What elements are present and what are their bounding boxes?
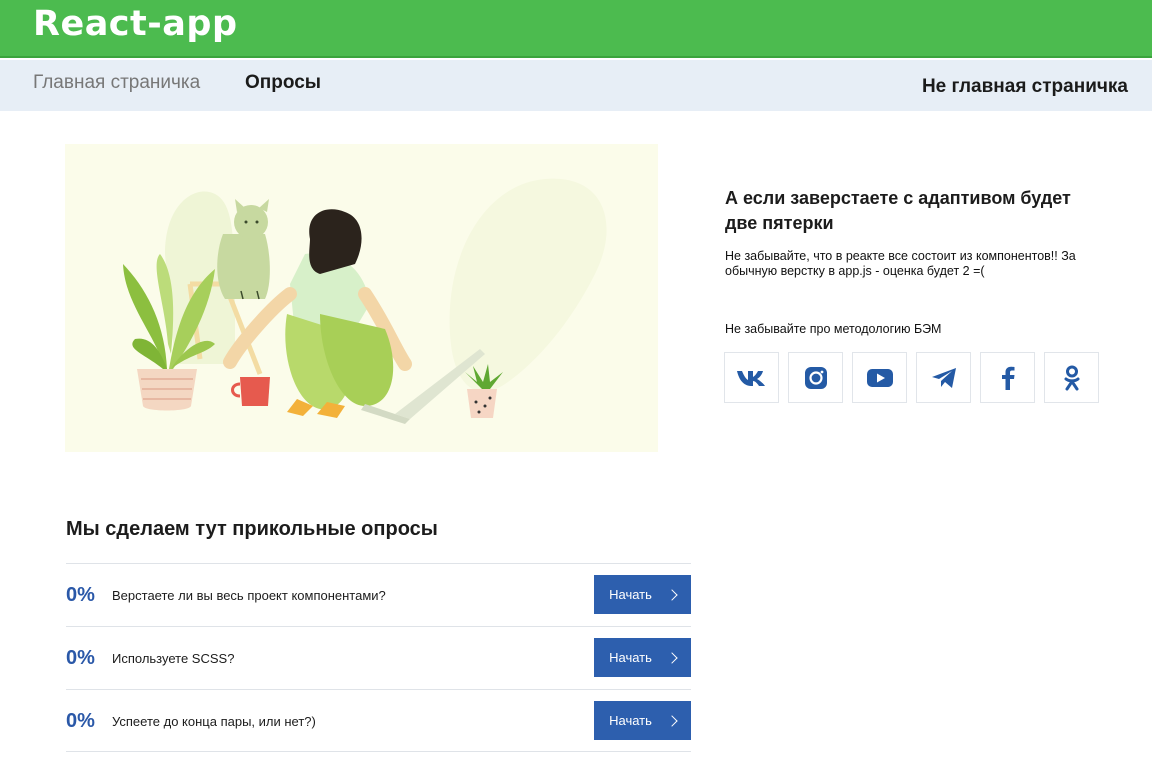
facebook-icon: [1001, 366, 1014, 390]
telegram-icon: [931, 367, 956, 388]
chevron-right-icon: [666, 651, 678, 664]
start-button-label: Начать: [609, 713, 652, 728]
vk-icon: [736, 370, 765, 386]
poll-percent: 0%: [66, 647, 95, 669]
polls-title: Мы сделаем тут прикольные опросы: [66, 518, 438, 540]
promo-text: Не забывайте, что в реакте все состоит и…: [725, 249, 1076, 278]
promo-note: Не забывайте про методологию БЭМ: [725, 322, 942, 336]
vk-button[interactable]: [724, 352, 779, 403]
poll-row: 0% Верстаете ли вы весь проект компонент…: [66, 563, 691, 626]
social-links: [724, 352, 1102, 404]
poll-row: 0% Используете SCSS? Начать: [66, 626, 691, 689]
poll-row: 0% Успеете до конца пары, или нет?) Нача…: [66, 689, 691, 752]
hero-illustration: [65, 144, 658, 452]
start-poll-button[interactable]: Начать: [594, 638, 691, 677]
instagram-button[interactable]: [788, 352, 843, 403]
promo-title: А если заверстаете с адаптивом будет две…: [725, 188, 1071, 233]
main-nav: Главная страничка Опросы Не главная стра…: [0, 60, 1152, 111]
poll-question: Успеете до конца пары, или нет?): [112, 714, 316, 729]
poll-question: Используете SCSS?: [112, 651, 235, 666]
nav-other-link[interactable]: Не главная страничка: [922, 76, 1128, 98]
instagram-icon: [804, 366, 827, 389]
telegram-button[interactable]: [916, 352, 971, 403]
chevron-right-icon: [666, 714, 678, 727]
odnoklassniki-button[interactable]: [1044, 352, 1099, 403]
start-button-label: Начать: [609, 587, 652, 602]
start-poll-button[interactable]: Начать: [594, 701, 691, 740]
poll-list: 0% Верстаете ли вы весь проект компонент…: [66, 563, 691, 752]
poll-percent: 0%: [66, 584, 95, 606]
nav-polls-link[interactable]: Опросы: [245, 72, 321, 94]
app-header: React-app: [0, 0, 1152, 58]
start-button-label: Начать: [609, 650, 652, 665]
promo-block: А если заверстаете с адаптивом будет две…: [725, 186, 1105, 279]
poll-question: Верстаете ли вы весь проект компонентами…: [112, 588, 386, 603]
youtube-button[interactable]: [852, 352, 907, 403]
facebook-button[interactable]: [980, 352, 1035, 403]
odnoklassniki-icon: [1064, 365, 1079, 390]
poll-percent: 0%: [66, 710, 95, 732]
app-brand[interactable]: React-app: [33, 4, 238, 44]
chevron-right-icon: [666, 588, 678, 601]
start-poll-button[interactable]: Начать: [594, 575, 691, 614]
youtube-icon: [866, 368, 893, 387]
nav-home-link[interactable]: Главная страничка: [33, 72, 200, 94]
